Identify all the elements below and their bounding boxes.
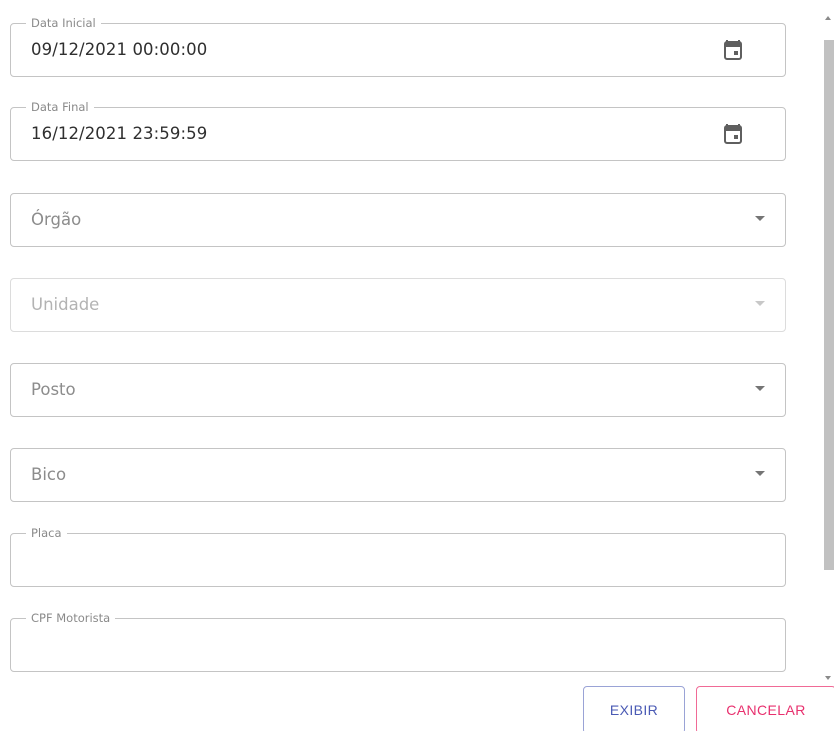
data-inicial-value[interactable]: 09/12/2021 00:00:00 xyxy=(31,24,207,76)
placa-field[interactable]: Placa xyxy=(10,526,786,587)
bico-placeholder: Bico xyxy=(31,465,67,484)
scrollbar-thumb[interactable] xyxy=(824,40,834,570)
arrow-drop-down-icon[interactable] xyxy=(755,471,765,476)
scroll-down-arrow-icon[interactable] xyxy=(825,676,831,680)
calendar-icon[interactable] xyxy=(721,38,745,62)
unidade-placeholder: Unidade xyxy=(31,295,100,314)
posto-select[interactable]: Posto xyxy=(10,363,786,417)
data-final-field[interactable]: Data Final 16/12/2021 23:59:59 xyxy=(10,100,786,161)
data-final-value[interactable]: 16/12/2021 23:59:59 xyxy=(31,108,207,160)
arrow-drop-down-icon xyxy=(755,301,765,306)
posto-placeholder: Posto xyxy=(31,380,76,399)
cpf-motorista-field[interactable]: CPF Motorista xyxy=(10,611,786,672)
calendar-icon[interactable] xyxy=(721,122,745,146)
cancelar-button[interactable]: CANCELAR xyxy=(696,686,834,731)
placa-label: Placa xyxy=(26,526,67,540)
bico-select[interactable]: Bico xyxy=(10,448,786,502)
filter-form-dialog: Data Inicial 09/12/2021 00:00:00 Data Fi… xyxy=(0,0,834,731)
arrow-drop-down-icon[interactable] xyxy=(755,386,765,391)
scroll-up-arrow-icon[interactable] xyxy=(825,16,831,20)
unidade-select[interactable]: Unidade xyxy=(10,278,786,332)
cpf-motorista-label: CPF Motorista xyxy=(26,611,116,625)
arrow-drop-down-icon[interactable] xyxy=(755,216,765,221)
orgao-select[interactable]: Órgão xyxy=(10,193,786,247)
exibir-button[interactable]: EXIBIR xyxy=(583,686,685,731)
data-inicial-field[interactable]: Data Inicial 09/12/2021 00:00:00 xyxy=(10,16,786,77)
orgao-placeholder: Órgão xyxy=(31,210,82,229)
vertical-scrollbar[interactable] xyxy=(822,14,834,686)
